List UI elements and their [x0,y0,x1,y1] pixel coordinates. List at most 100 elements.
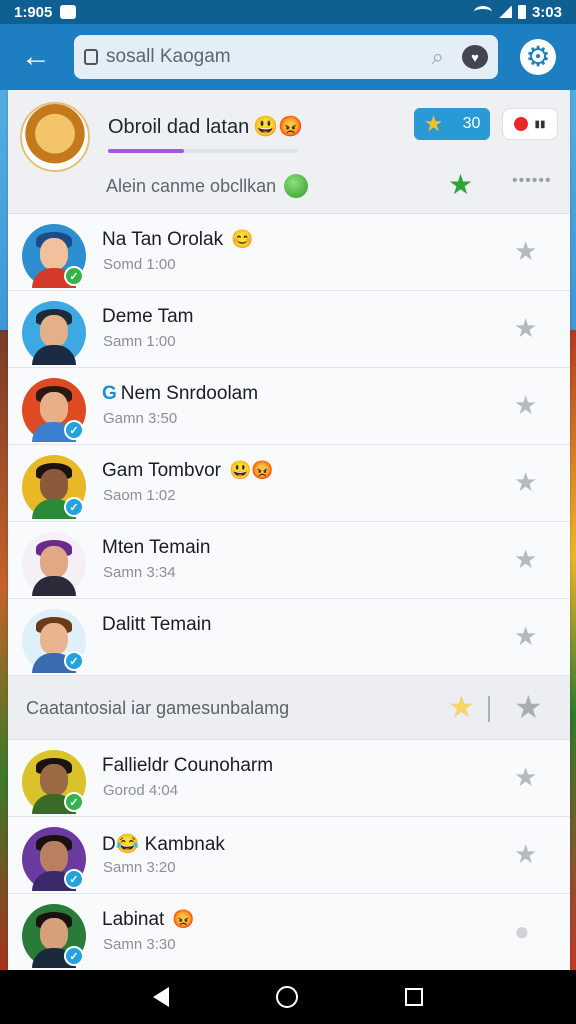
more-icon[interactable]: •••••• [512,172,552,190]
status-time-left: 1:905 [14,3,53,21]
status-bar: 1:905 3:03 [0,0,576,24]
friend-row[interactable]: Mten Temain Samn 3:34 ★ [8,522,570,599]
friend-name-prefix: G [102,383,117,404]
avatar-face [40,315,68,347]
friend-row[interactable]: ✓ D😂 Kambnak Samn 3:20 ★ [8,817,570,894]
star-icon[interactable]: ★ [514,621,537,652]
friend-row[interactable]: ✓ Gam Tombvor 😃😡 Saom 1:02 ★ [8,445,570,522]
notification-icon [60,5,77,19]
star-icon[interactable]: ★ [514,467,537,498]
lock-icon [84,49,98,65]
friend-name: Labinat 😡 [102,909,195,931]
content-card: Obroil dad latan 😃😡 Alein canme obcllkan … [8,90,570,970]
friend-list-top: ✓ Na Tan Orolak 😊 Somd 1:00 ★ Deme Tam Samn 1:… [8,214,570,676]
avatar-face [40,623,68,655]
search-icon[interactable]: ⌕ [432,44,444,70]
back-button[interactable]: ← [12,33,60,81]
friend-name: Gam Tombvor 😃😡 [102,460,274,482]
friend-time: Samn 3:20 [103,859,176,876]
friend-row[interactable]: ✓ Dalitt Temain ★ [8,599,570,676]
favorite-star-icon[interactable]: ★ [448,168,473,201]
profile-subtitle: Alein canme obcllkan [106,174,309,198]
section-divider [488,696,490,722]
profile-name-text: Obroil dad latan [108,116,250,138]
friend-avatar[interactable] [22,532,86,596]
gold-star-icon[interactable]: ★ [448,690,475,725]
friend-time: Samn 3:30 [103,936,176,953]
star-icon[interactable]: ★ [514,839,537,870]
avatar-face [40,764,68,796]
battery-icon [517,5,526,19]
avatar-face [40,392,68,424]
star-icon[interactable]: ★ [514,313,537,344]
friend-time: Gamn 3:50 [103,410,178,427]
profile-name-emoji: 😃😡 [253,116,304,138]
chat-bubble-icon[interactable]: ● [514,916,530,947]
profile-header: Obroil dad latan 😃😡 Alein canme obcllkan … [8,90,570,214]
friend-row[interactable]: ✓ G Nem Snrdoolam Gamn 3:50 ★ [8,368,570,445]
friend-name-text: Na Tan Orolak [102,229,224,250]
friend-emoji: 😡 [172,909,195,929]
star-icon[interactable]: ★ [514,390,537,421]
avatar-face [40,841,68,873]
section-label: Caatantosial iar gamesunbalamg [26,698,290,718]
record-button[interactable]: ▮▮ [502,108,558,140]
friend-emoji: 😃😡 [228,460,274,480]
avatar-face [40,469,68,501]
search-input[interactable] [106,46,406,68]
friend-row[interactable]: ✓ Na Tan Orolak 😊 Somd 1:00 ★ [8,214,570,291]
backdrop-edge-left [0,330,8,970]
star-icon[interactable]: ★ [514,544,537,575]
bars-icon: ▮▮ [534,118,546,130]
friend-avatar[interactable] [22,301,86,365]
avatar-face [40,918,68,950]
star-icon[interactable]: ★ [514,236,537,267]
friend-emoji: 😊 [231,229,254,249]
arrow-left-icon: ← [21,40,51,73]
profile-progress-fill [108,149,184,153]
nav-recent-icon[interactable] [404,988,423,1006]
friend-name: G Nem Snrdoolam [102,383,258,405]
verified-check-icon: ✓ [64,651,84,671]
friend-name-text: Nem Snrdoolam [120,383,259,404]
friend-time: Samn 1:00 [103,333,176,350]
avatar-face [40,238,68,270]
friend-name: D😂 Kambnak [102,832,225,856]
friend-row[interactable]: ✓ Fallieldr Counoharm Gorod 4:04 ★ [8,740,570,817]
section-header: Caatantosial iar gamesunbalamg ★ ★ [8,676,570,740]
avatar-shirt [32,345,76,365]
friend-name: Deme Tam [102,306,194,328]
friend-list-bottom: ✓ Fallieldr Counoharm Gorod 4:04 ★ ✓ D😂 Kambn… [8,740,570,970]
verified-check-icon: ✓ [64,869,84,889]
settings-button[interactable]: ⚙ [520,39,556,75]
profile-name: Obroil dad latan 😃😡 [108,114,303,139]
friend-row[interactable]: Deme Tam Samn 1:00 ★ [8,291,570,368]
signal-icon [497,6,512,18]
score-value: 30 [462,115,481,132]
friend-row[interactable]: ✓ Labinat 😡 Samn 3:30 ● [8,894,570,970]
friend-time: Gorod 4:04 [103,782,179,799]
nav-bar [0,970,576,1024]
status-time-right: 3:03 [531,3,562,21]
score-badge[interactable]: ★ 30 [414,108,490,140]
heart-icon[interactable]: ♥ [462,45,488,69]
friend-time: Samn 3:34 [103,564,176,581]
verified-check-icon: ✓ [64,266,84,286]
profile-avatar[interactable] [20,102,90,172]
star-icon: ★ [423,111,444,136]
friend-name: Dalitt Temain [102,614,211,636]
wifi-icon [473,6,492,18]
friend-name-text: Deme Tam [102,306,194,327]
profile-subtitle-text: Alein canme obcllkan [106,175,277,196]
star-icon[interactable]: ★ [514,762,537,793]
search-bar[interactable]: ⌕ ♥ [74,35,498,79]
nav-back-icon[interactable] [153,987,170,1007]
nav-home-icon[interactable] [275,986,298,1008]
friend-time: Saom 1:02 [103,487,176,504]
friend-name: Na Tan Orolak 😊 [102,229,254,251]
friend-name: Mten Temain [102,537,210,559]
friend-name-text: Labinat [102,909,165,930]
friend-name-text: Dalitt Temain [102,614,212,635]
star-icon[interactable]: ★ [514,688,543,726]
avatar-face [40,546,68,578]
